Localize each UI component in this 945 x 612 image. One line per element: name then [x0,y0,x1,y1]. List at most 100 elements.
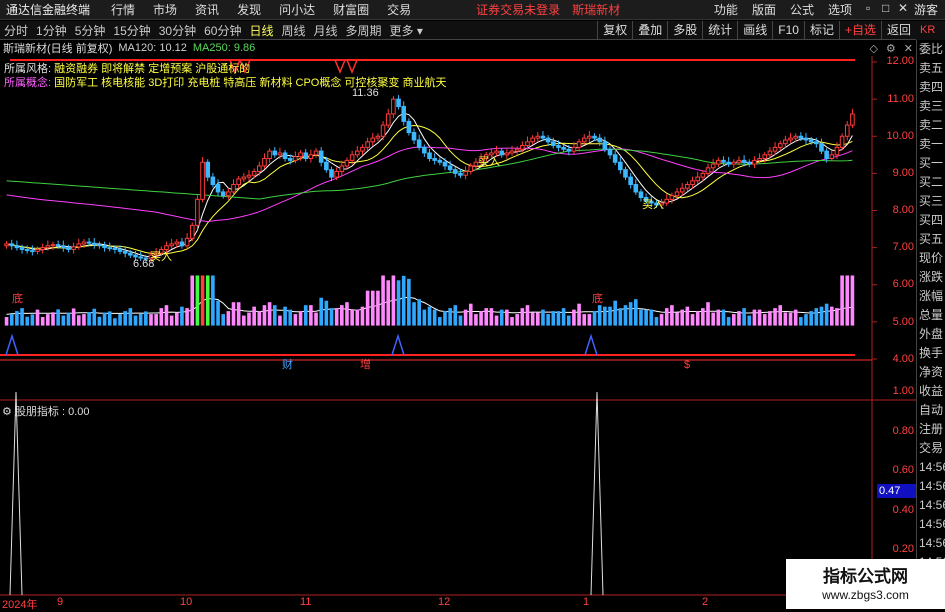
tool-duogu[interactable]: 多股 [667,21,702,39]
candle-body [50,244,56,247]
side-panel-item[interactable]: 交易 [917,439,945,458]
volume-bar [494,315,499,326]
candle-body [122,250,128,254]
candle-body [581,137,587,143]
candle-body [628,176,633,186]
volume-bar [422,309,427,326]
menu-item-hangqing[interactable]: 行情 [102,1,144,18]
candle-body [576,141,582,148]
volume-bar [149,314,153,326]
candle-body [489,152,494,156]
top-triangle-marker [346,59,358,74]
volume-bar [396,280,401,326]
candle-body [246,174,252,178]
volume-bar [484,308,489,326]
date-axis-10: 10 [180,596,193,608]
menu-xuanxiang[interactable]: 选项 [821,1,859,18]
tool-diejia[interactable]: 叠加 [632,21,667,39]
candle-body [566,148,572,152]
ind-axis-020: 0.20 [892,543,914,555]
menu-item-wenxiaoda[interactable]: 问小达 [270,1,324,18]
price-axis-11: 11.00 [887,93,914,105]
side-panel-item: 买一 [919,156,944,170]
tool-biaoji[interactable]: 标记 [803,21,839,39]
candle-body [4,243,9,247]
side-panel-item: 外盘 [919,327,944,341]
volume-bar [262,305,267,326]
volume-bar [793,309,798,326]
candle-body [494,150,499,154]
candle-body [303,152,309,160]
volume-bar [242,315,246,326]
close-icon[interactable]: ✕ [891,1,908,18]
volume-bar [752,309,757,326]
tool-f10[interactable]: F10 [772,21,804,39]
period-daily[interactable]: 日线 [245,22,277,39]
volume-bar [365,290,370,326]
candle-body [463,171,468,176]
tool-huaxian[interactable]: 画线 [737,21,772,39]
tool-fuquan[interactable]: 复权 [597,21,632,39]
login-warning[interactable]: 证券交易未登录 [470,1,566,18]
kline-chart[interactable]: 6.6811.36买入买入买入底 底财增 $ [0,40,916,596]
candle-body [262,158,267,167]
menu-item-zixun[interactable]: 资讯 [186,1,228,18]
concept-label: 所属概念: [4,77,52,89]
period-weekly[interactable]: 周线 [277,22,309,39]
period-more[interactable]: 更多 ▾ [386,22,427,39]
menu-item-jiaoyi[interactable]: 交易 [378,1,420,18]
volume-bar [211,275,215,326]
volume-bar [799,317,803,326]
menu-item-shichang[interactable]: 市场 [144,1,186,18]
period-fenshi[interactable]: 分时 [0,22,32,39]
volume-bar [329,308,334,326]
period-multi[interactable]: 多周期 [342,22,386,39]
bottom-triangle-marker [584,333,598,356]
date-axis: 2024年 9 10 11 12 1 2 [0,596,872,611]
volume-bar [113,318,117,326]
period-1min[interactable]: 1分钟 [32,22,71,39]
menu-gongshi[interactable]: 公式 [783,1,821,18]
tool-add-watchlist[interactable]: +自选 [838,21,881,39]
tool-tongji[interactable]: 统计 [702,21,737,39]
maximize-icon[interactable]: □ [875,1,891,18]
period-5min[interactable]: 5分钟 [71,22,110,39]
volume-bar [252,306,256,326]
menu-banmian[interactable]: 版面 [745,1,783,18]
period-15min[interactable]: 15分钟 [109,22,154,39]
close-pane-icon[interactable]: ✕ [904,42,913,55]
menu-gongneng[interactable]: 功能 [707,1,745,18]
kr-button[interactable]: KR [916,21,945,40]
minimize-icon[interactable]: ▫ [859,1,875,18]
buy-signal-label: 买入 [150,250,172,263]
volume-bar [814,308,819,326]
diamond-icon[interactable]: ◇ [869,42,877,55]
indicator-gear-icon[interactable]: ⚙ [2,406,12,418]
side-panel-item[interactable]: 自动 [917,401,945,420]
indicator-spike [590,391,604,596]
candle-body [406,120,412,134]
candle-body [587,135,592,139]
candle-body [556,145,561,148]
candle-body [220,191,226,197]
volume-bar [536,312,540,326]
candle-body [427,152,432,160]
menu-item-caifuquan[interactable]: 财富圈 [324,1,378,18]
price-axis-12: 12.00 [886,55,914,67]
candle-body [396,98,401,108]
side-panel-item[interactable]: 注册 [917,420,945,439]
menu-item-faxian[interactable]: 发现 [228,1,270,18]
volume-bar [644,309,648,326]
buy-signal-label: 买入 [642,198,664,211]
volume-bar [680,309,685,326]
period-60min[interactable]: 60分钟 [200,22,245,39]
user-label[interactable]: 游客 [907,1,945,18]
candle-body [318,150,324,163]
settings-icon[interactable]: ⚙ [886,42,896,55]
volume-bar [133,315,138,326]
candle-body [334,171,339,178]
tool-back[interactable]: 返回 [880,21,916,39]
candle-body [844,124,850,137]
period-30min[interactable]: 30分钟 [155,22,200,39]
period-monthly[interactable]: 月线 [310,22,342,39]
